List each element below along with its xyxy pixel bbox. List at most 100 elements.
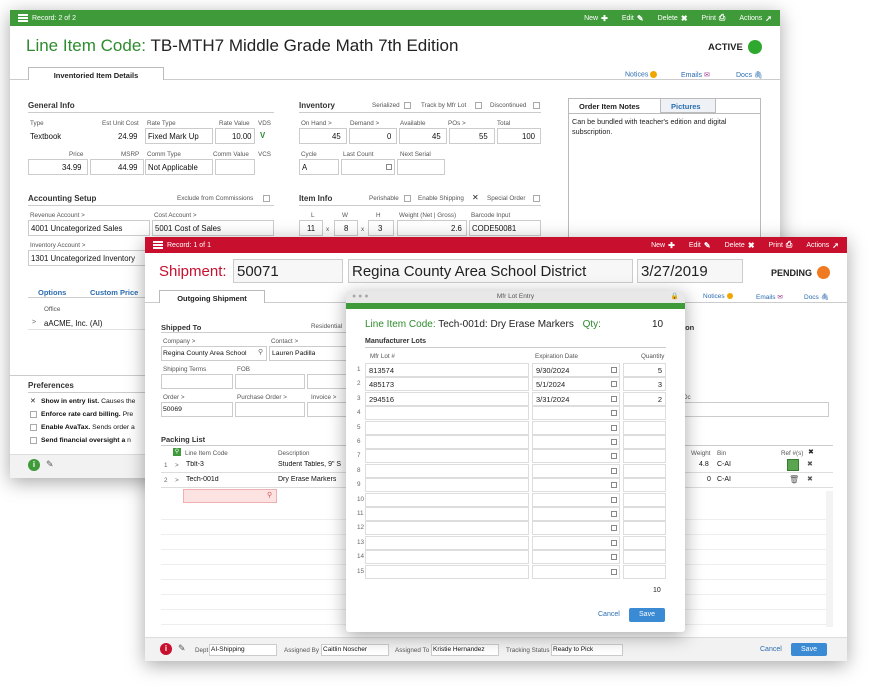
mfr-lot-input[interactable] xyxy=(365,478,529,493)
expiration-date-input[interactable]: 9/30/2024 xyxy=(532,363,620,377)
revenue-account-label[interactable]: Revenue Account > xyxy=(30,212,85,219)
mfr-lot-input[interactable] xyxy=(365,550,529,565)
quantity-input[interactable] xyxy=(623,449,666,464)
msrp-field[interactable]: 44.99 xyxy=(118,163,138,172)
customer-name[interactable]: Regina County Area School District xyxy=(352,263,586,280)
expiration-date-input[interactable] xyxy=(532,492,620,507)
calendar-icon[interactable] xyxy=(611,439,617,445)
menu-icon[interactable] xyxy=(153,241,163,249)
docs-link[interactable]: Docs 🖇 xyxy=(736,71,763,79)
weight-field[interactable]: 2.6 xyxy=(451,224,462,233)
emails-link[interactable]: Emails ✉ xyxy=(756,293,783,301)
mfr-lot-input[interactable] xyxy=(365,507,529,521)
order-label[interactable]: Order > xyxy=(163,394,185,401)
calendar-icon[interactable] xyxy=(611,482,617,489)
actions-button[interactable]: Actions ➚ xyxy=(739,14,772,23)
add-line-icon[interactable]: ⚲ xyxy=(173,448,181,456)
barcode-field[interactable]: CODE50081 xyxy=(472,224,516,233)
search-icon[interactable]: ⚲ xyxy=(267,491,272,499)
mfr-lot-input[interactable]: 485173 xyxy=(365,377,529,392)
edit-button[interactable]: Edit ✎ xyxy=(689,241,711,250)
shipping-terms-field[interactable] xyxy=(161,374,233,389)
revenue-account-field[interactable]: 4001 Uncategorized Sales xyxy=(31,224,149,233)
mfr-lot-input[interactable]: 294516 xyxy=(365,391,529,406)
docs-link[interactable]: Docs 🖇 xyxy=(804,293,829,301)
calendar-icon[interactable] xyxy=(611,395,617,402)
company-field[interactable]: Regina County Area School xyxy=(163,350,255,357)
calendar-icon[interactable] xyxy=(611,539,617,546)
oversight-checkbox[interactable] xyxy=(30,437,37,444)
price-field[interactable]: 34.99 xyxy=(62,163,82,172)
type-field[interactable]: Textbook xyxy=(30,132,61,141)
vds-value[interactable]: V xyxy=(260,131,265,140)
calendar-icon[interactable] xyxy=(611,511,617,517)
mfr-lot-input[interactable] xyxy=(365,535,529,550)
enable-shipping-checkbox[interactable]: ✕ xyxy=(472,193,479,202)
notices-link[interactable]: Notices xyxy=(703,293,733,300)
quantity-input[interactable] xyxy=(623,535,666,550)
office-value[interactable]: aACME, Inc. (AI) xyxy=(44,319,103,328)
pin-icon[interactable]: ✎ xyxy=(46,459,54,470)
quantity-input[interactable] xyxy=(623,507,666,521)
track-mfr-lot-checkbox[interactable] xyxy=(475,102,482,109)
order-field[interactable]: 50069 xyxy=(163,406,182,413)
expiration-date-input[interactable] xyxy=(532,420,620,435)
contact-field[interactable]: Lauren Padilla xyxy=(272,350,315,357)
expiration-date-input[interactable] xyxy=(532,463,620,478)
pin-icon[interactable]: ✎ xyxy=(178,643,186,654)
height-field[interactable]: 3 xyxy=(378,224,382,233)
quantity-input[interactable]: 5 xyxy=(623,363,666,377)
next-serial-field[interactable] xyxy=(397,159,445,175)
perishable-checkbox[interactable] xyxy=(404,195,411,202)
tab-options[interactable]: Options xyxy=(38,288,66,297)
comm-type-field[interactable]: Not Applicable xyxy=(148,163,198,172)
show-entry-checkbox[interactable]: ✕ xyxy=(30,397,36,405)
mfr-lot-input[interactable] xyxy=(365,521,529,536)
discontinued-checkbox[interactable] xyxy=(533,102,540,109)
notices-link[interactable]: Notices xyxy=(625,71,658,78)
new-button[interactable]: New ✚ xyxy=(584,14,608,23)
expiration-date-input[interactable] xyxy=(532,507,620,521)
shipment-number[interactable]: 50071 xyxy=(237,263,279,280)
mfr-lot-input[interactable] xyxy=(365,406,529,421)
quantity-input[interactable] xyxy=(623,492,666,507)
mfr-lot-input[interactable] xyxy=(365,420,529,435)
quantity-input[interactable] xyxy=(623,564,666,579)
expiration-date-input[interactable] xyxy=(532,535,620,550)
emails-link[interactable]: Emails ✉ xyxy=(681,71,710,79)
special-order-checkbox[interactable] xyxy=(533,195,540,202)
expiration-date-input[interactable] xyxy=(532,564,620,579)
invoice-field[interactable] xyxy=(307,402,347,417)
scrollbar[interactable] xyxy=(826,491,833,627)
new-line-item-input[interactable] xyxy=(183,489,277,503)
tracking-status-field[interactable]: Ready to Pick xyxy=(553,646,593,653)
tab-order-item-notes[interactable]: Order Item Notes xyxy=(569,99,661,113)
search-icon[interactable]: ⚲ xyxy=(258,348,263,356)
dept-field[interactable]: AI-Shipping xyxy=(211,646,245,653)
expiration-date-input[interactable] xyxy=(532,435,620,449)
assigned-by-field[interactable]: Caitlin Noscher xyxy=(323,646,367,653)
info-icon[interactable]: i xyxy=(160,643,172,655)
mfr-lot-input[interactable] xyxy=(365,564,529,579)
expiration-date-input[interactable] xyxy=(532,449,620,464)
menu-icon[interactable] xyxy=(18,14,28,22)
calendar-icon[interactable] xyxy=(611,568,617,575)
mfr-lot-input[interactable] xyxy=(365,435,529,449)
delete-button[interactable]: Delete ✖ xyxy=(658,14,688,23)
purchase-order-field[interactable] xyxy=(235,402,305,417)
expiration-date-input[interactable] xyxy=(532,550,620,565)
tab-pictures[interactable]: Pictures xyxy=(661,99,716,113)
tab-outgoing-shipment[interactable]: Outgoing Shipment xyxy=(159,290,265,303)
cycle-field[interactable]: A xyxy=(302,163,307,172)
comm-value-field[interactable] xyxy=(215,159,255,175)
calendar-icon[interactable] xyxy=(611,367,617,373)
width-field[interactable]: 8 xyxy=(344,224,348,233)
on-hand-label[interactable]: On Hand > xyxy=(301,120,332,127)
delete-button[interactable]: Delete ✖ xyxy=(725,241,755,250)
quantity-input[interactable]: 3 xyxy=(623,377,666,392)
actions-button[interactable]: Actions ➚ xyxy=(806,241,839,250)
cancel-button[interactable]: Cancel xyxy=(760,646,782,653)
edit-button[interactable]: Edit ✎ xyxy=(622,14,644,23)
quantity-input[interactable] xyxy=(623,521,666,536)
enforce-rate-checkbox[interactable] xyxy=(30,411,37,418)
